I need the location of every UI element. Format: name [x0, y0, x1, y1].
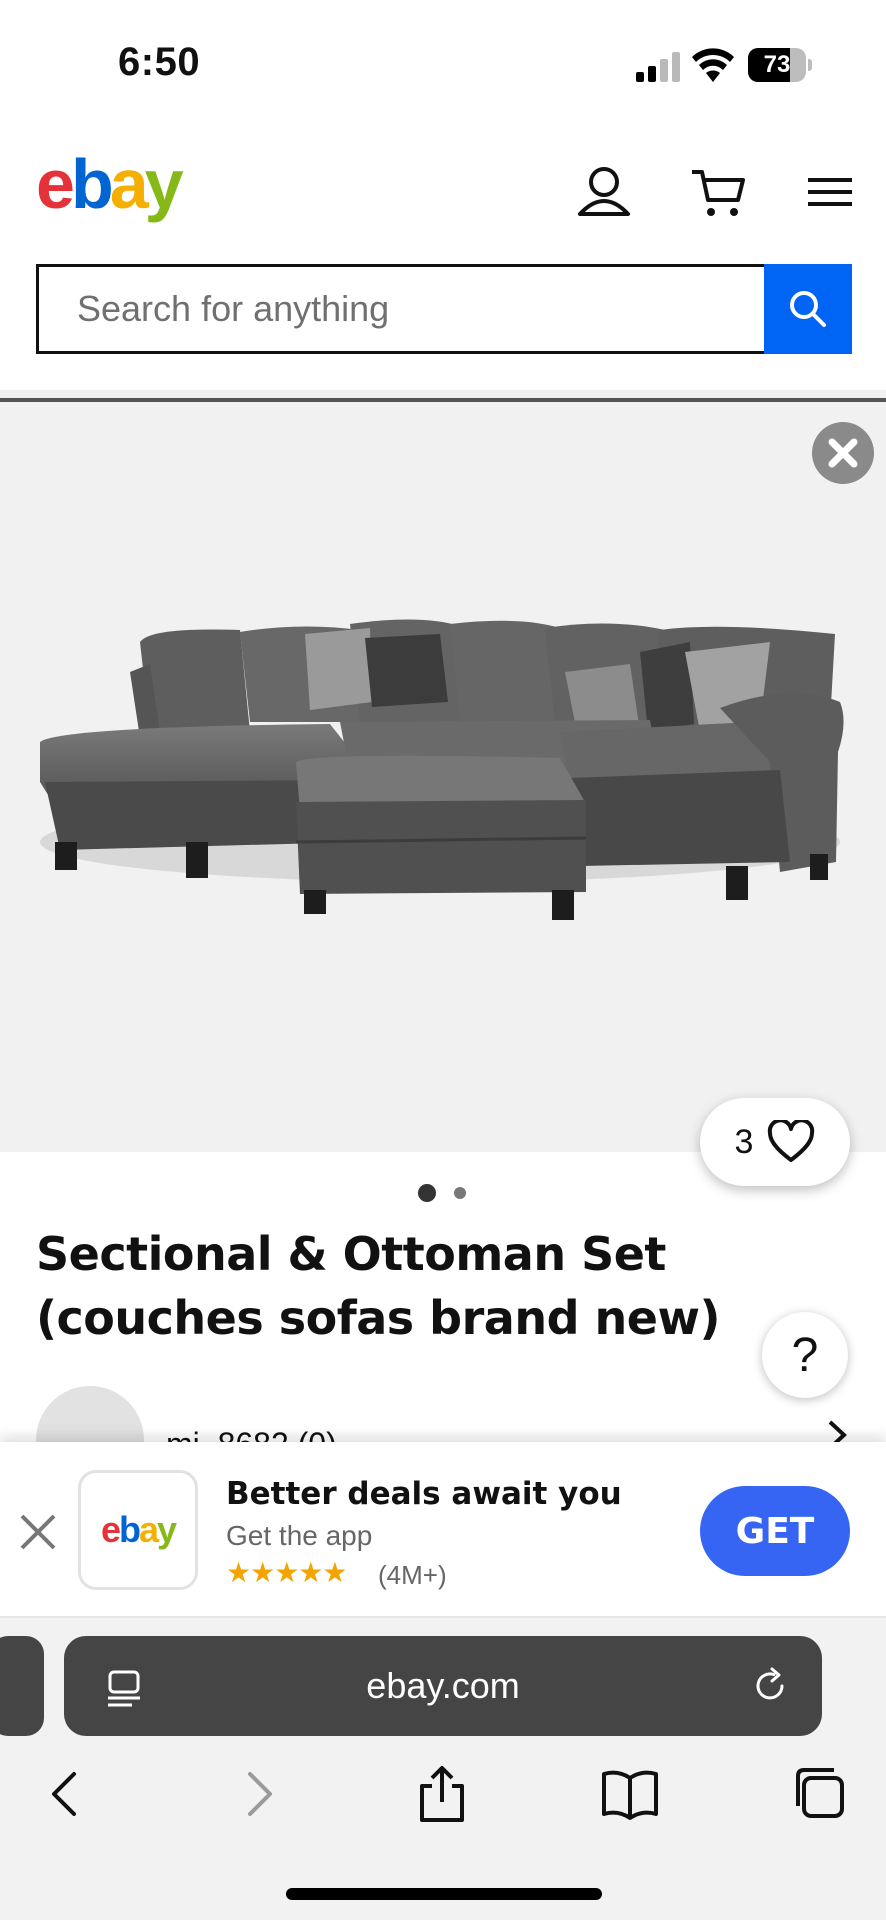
sofa-image	[40, 619, 844, 920]
seller-name: mi_8682 (0)	[166, 1426, 337, 1442]
seller-row[interactable]: mi_8682 (0)	[0, 1386, 886, 1442]
banner-title: Better deals await you	[226, 1476, 622, 1512]
carousel-dot[interactable]	[454, 1187, 466, 1199]
bookmarks-icon[interactable]	[600, 1764, 660, 1824]
logo-letter: a	[109, 145, 149, 223]
reload-icon[interactable]	[750, 1666, 790, 1706]
seller-avatar	[36, 1386, 144, 1442]
menu-icon[interactable]	[800, 162, 860, 222]
ebay-app-icon: ebay	[78, 1470, 198, 1590]
back-icon[interactable]	[36, 1764, 96, 1824]
site-header: ebay	[0, 120, 886, 260]
app-icon-letter: y	[157, 1509, 177, 1550]
forward-icon[interactable]	[228, 1764, 288, 1824]
app-icon-letter: a	[138, 1509, 159, 1550]
close-image-button[interactable]	[812, 422, 874, 484]
app-icon-text: ebay	[100, 1509, 177, 1551]
banner-subtitle: Get the app	[226, 1520, 373, 1551]
search-icon	[790, 291, 826, 327]
browser-toolbar: ebay.com	[0, 1618, 886, 1920]
home-indicator	[286, 1888, 602, 1900]
logo-letter: b	[70, 145, 114, 223]
logo-letter: y	[144, 145, 184, 223]
battery-level: 73	[763, 51, 791, 78]
carousel-dot-active[interactable]	[418, 1184, 436, 1202]
search-input[interactable]	[36, 264, 764, 354]
close-icon[interactable]	[18, 1512, 58, 1552]
carousel-pagination	[418, 1184, 468, 1204]
previous-tab-peek[interactable]	[0, 1636, 44, 1736]
watch-button[interactable]: 3	[700, 1098, 850, 1186]
account-icon[interactable]	[574, 162, 634, 222]
tabs-icon[interactable]	[790, 1764, 850, 1824]
address-bar[interactable]: ebay.com	[64, 1636, 822, 1736]
product-image-carousel[interactable]	[0, 402, 886, 1152]
share-icon[interactable]	[412, 1764, 472, 1824]
chevron-right-icon	[828, 1420, 847, 1442]
rating-stars-icon: ★★★★★	[226, 1557, 348, 1588]
status-bar: 6:50 73	[0, 0, 886, 120]
ebay-logo[interactable]: ebay	[36, 144, 184, 224]
app-icon-letter: e	[100, 1509, 121, 1550]
app-install-banner: ebay Better deals await you Get the app …	[0, 1442, 886, 1618]
listing-title: Sectional & Ottoman Set (couches sofas b…	[36, 1227, 721, 1345]
get-app-button[interactable]: GET	[700, 1486, 850, 1576]
rating-count: (4M+)	[378, 1560, 447, 1590]
battery-icon: 73	[748, 48, 812, 82]
wifi-icon	[692, 48, 734, 82]
search-bar	[36, 264, 852, 354]
cellular-signal-icon	[636, 52, 680, 82]
cart-icon[interactable]	[688, 162, 748, 222]
heart-icon	[768, 1120, 815, 1162]
status-time: 6:50	[118, 40, 201, 84]
url-text: ebay.com	[366, 1665, 520, 1706]
watch-count: 3	[734, 1122, 754, 1161]
logo-letter: e	[36, 145, 75, 223]
close-icon	[828, 438, 858, 468]
search-button[interactable]	[764, 264, 852, 354]
app-icon-letter: b	[118, 1509, 141, 1550]
